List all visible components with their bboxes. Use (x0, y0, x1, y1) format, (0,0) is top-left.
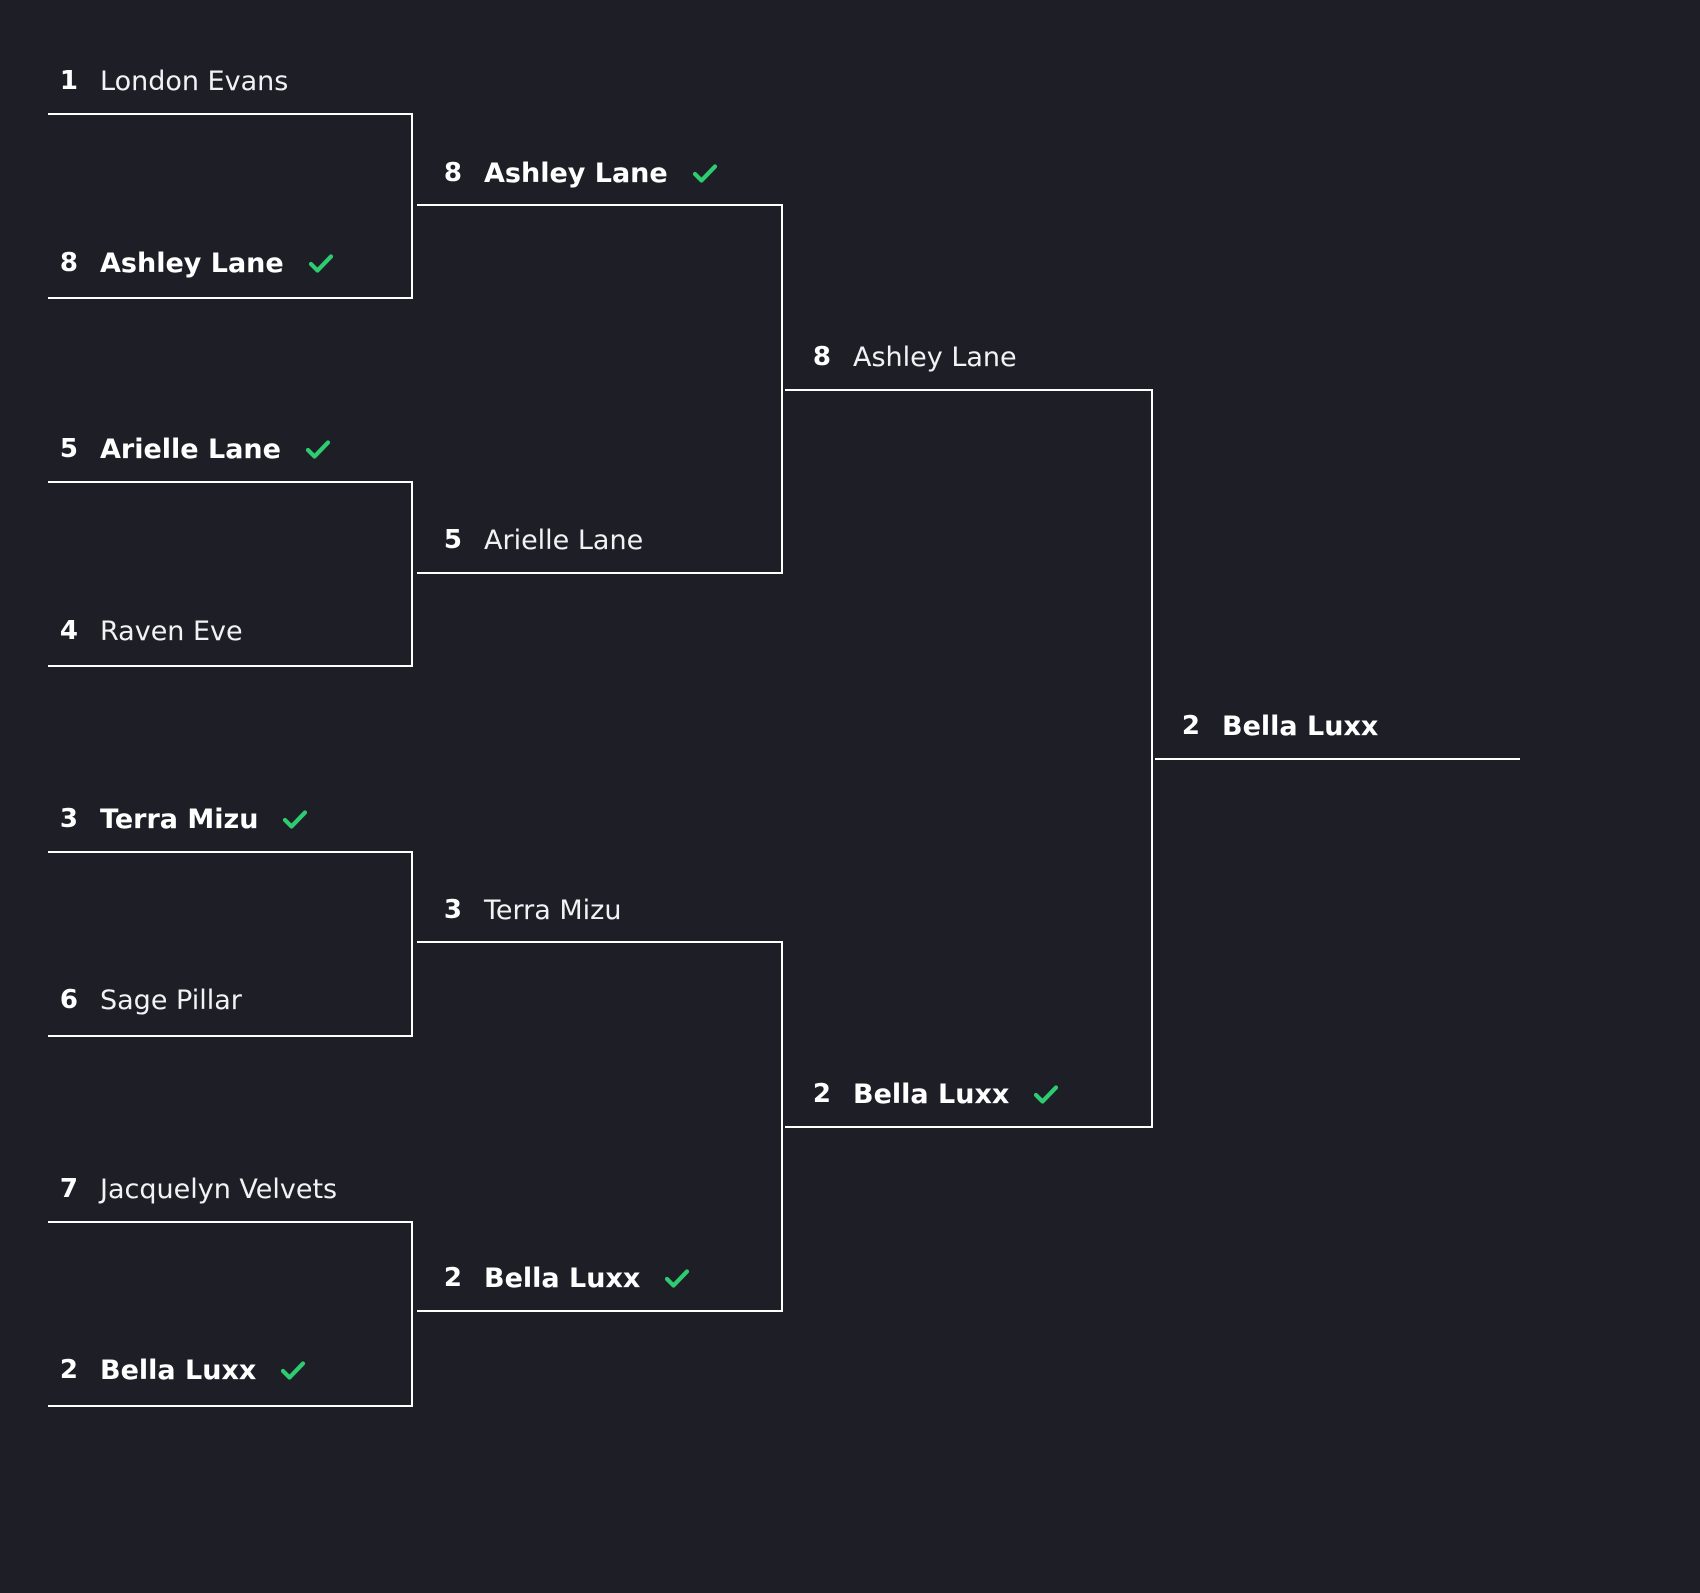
bracket-slot-r1m4s1[interactable]: 7 Jacquelyn Velvets (48, 1166, 337, 1212)
connector-line (411, 1221, 413, 1407)
connector-line (785, 1126, 1153, 1128)
connector-line (48, 297, 413, 299)
connector-line (48, 851, 413, 853)
seed-number: 2 (812, 1079, 831, 1109)
tournament-bracket: 1 London Evans 8 Ashley Lane 5 Arielle L… (0, 0, 1700, 1593)
connector-line (48, 113, 413, 115)
player-name: Raven Eve (100, 615, 243, 647)
seed-number: 6 (59, 985, 78, 1015)
connector-line (785, 389, 1153, 391)
seed-number: 1 (59, 66, 78, 96)
bracket-slot-r2m1s2[interactable]: 5 Arielle Lane (432, 517, 643, 563)
player-name: Terra Mizu (100, 803, 259, 835)
player-name: Terra Mizu (484, 894, 622, 926)
player-name: Ashley Lane (100, 247, 284, 279)
seed-number: 4 (59, 616, 78, 646)
seed-number: 5 (59, 434, 78, 464)
player-name: Sage Pillar (100, 984, 242, 1016)
player-name: Bella Luxx (1222, 710, 1379, 742)
check-icon (303, 434, 333, 464)
seed-number: 7 (59, 1174, 78, 1204)
seed-number: 3 (443, 895, 462, 925)
connector-line (411, 481, 413, 667)
connector-line (417, 1310, 783, 1312)
player-name: Bella Luxx (100, 1354, 257, 1386)
check-icon (662, 1263, 692, 1293)
check-icon (1031, 1079, 1061, 1109)
bracket-slot-r2m1s1[interactable]: 8 Ashley Lane (432, 150, 720, 196)
connector-line (781, 941, 783, 1312)
seed-number: 2 (59, 1355, 78, 1385)
connector-line (48, 1221, 413, 1223)
player-name: London Evans (100, 65, 289, 97)
connector-line (417, 941, 783, 943)
seed-number: 3 (59, 804, 78, 834)
connector-line (417, 204, 783, 206)
bracket-slot-r3m1s2[interactable]: 2 Bella Luxx (801, 1071, 1061, 1117)
check-icon (278, 1355, 308, 1385)
connector-line (411, 113, 413, 299)
bracket-slot-r1m2s1[interactable]: 5 Arielle Lane (48, 426, 333, 472)
bracket-slot-r3m1s1[interactable]: 8 Ashley Lane (801, 334, 1017, 380)
bracket-slot-r1m1s1[interactable]: 1 London Evans (48, 58, 288, 104)
bracket-slot-r1m4s2[interactable]: 2 Bella Luxx (48, 1347, 308, 1393)
seed-number: 2 (443, 1263, 462, 1293)
bracket-slot-r2m2s2[interactable]: 2 Bella Luxx (432, 1255, 692, 1301)
bracket-slot-r1m2s2[interactable]: 4 Raven Eve (48, 608, 243, 654)
check-icon (280, 804, 310, 834)
bracket-slot-r1m1s2[interactable]: 8 Ashley Lane (48, 240, 336, 286)
connector-line (417, 572, 783, 574)
seed-number: 8 (59, 248, 78, 278)
player-name: Bella Luxx (484, 1262, 641, 1294)
check-icon (306, 248, 336, 278)
connector-line (48, 1405, 413, 1407)
bracket-slot-r2m2s1[interactable]: 3 Terra Mizu (432, 887, 622, 933)
seed-number: 2 (1181, 711, 1200, 741)
bracket-slot-champion[interactable]: 2 Bella Luxx (1170, 703, 1378, 749)
seed-number: 8 (812, 342, 831, 372)
connector-line (1151, 389, 1153, 1128)
connector-line (411, 851, 413, 1037)
connector-line (48, 665, 413, 667)
bracket-slot-r1m3s2[interactable]: 6 Sage Pillar (48, 977, 242, 1023)
seed-number: 5 (443, 525, 462, 555)
connector-line (1155, 758, 1520, 760)
seed-number: 8 (443, 158, 462, 188)
connector-line (781, 204, 783, 574)
player-name: Arielle Lane (484, 524, 644, 556)
bracket-slot-r1m3s1[interactable]: 3 Terra Mizu (48, 796, 310, 842)
player-name: Arielle Lane (100, 433, 281, 465)
player-name: Bella Luxx (853, 1078, 1010, 1110)
check-icon (690, 158, 720, 188)
player-name: Ashley Lane (853, 341, 1017, 373)
connector-line (48, 481, 413, 483)
player-name: Ashley Lane (484, 157, 668, 189)
player-name: Jacquelyn Velvets (100, 1173, 338, 1205)
connector-line (48, 1035, 413, 1037)
